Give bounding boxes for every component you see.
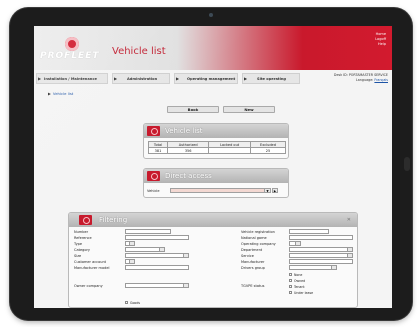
owner-company-label: Owner company [74, 284, 103, 288]
language-link[interactable]: Français [374, 78, 388, 82]
count-excluded[interactable]: 25 [249, 147, 287, 154]
nav-item-label: Operating management [187, 77, 236, 81]
status-owned-label: Owned [294, 279, 306, 283]
customer-account-label: Customer account [74, 260, 107, 264]
size-select[interactable] [125, 253, 189, 258]
vehicle-input[interactable] [170, 188, 267, 193]
panel-header: Filtering ✕ [69, 213, 357, 227]
type-label: Type [74, 242, 83, 246]
user-info: Desk ID: PORTAMASTER SERVICE Language: F… [334, 73, 388, 82]
vehicle-registration-label: Vehicle registration [241, 230, 275, 234]
nav-item-site-operating[interactable]: ▶ Site operating [242, 73, 300, 84]
table-row: 381 356 25 [147, 147, 287, 154]
nav-item-administration[interactable]: ▶ Administration [112, 73, 170, 84]
help-link[interactable]: Help [375, 42, 386, 47]
type-select[interactable] [125, 241, 135, 246]
app-header: PROFLEET Vehicle list Home Logoff Help [34, 26, 392, 70]
vehicle-registration-field[interactable] [289, 229, 329, 234]
customer-account-select[interactable] [125, 259, 135, 264]
department-select[interactable] [289, 247, 353, 252]
status-tenant-label: Tenant [294, 285, 305, 289]
status-tenant-checkbox[interactable] [289, 285, 292, 288]
camera-icon [209, 13, 213, 17]
operating-company-select[interactable] [289, 241, 301, 246]
vehicle-dropdown-icon[interactable]: ▼ [264, 188, 271, 193]
number-label: Number [74, 230, 89, 234]
home-button[interactable] [404, 157, 410, 171]
book-button[interactable]: Book [167, 106, 219, 113]
category-select[interactable] [125, 247, 165, 252]
header-links: Home Logoff Help [375, 32, 386, 47]
operating-company-label: Operating company [241, 242, 276, 246]
vehicle-label: Vehicle [147, 189, 160, 193]
department-label: Department [241, 248, 263, 252]
breadcrumb-link[interactable]: Vehicle list [53, 91, 73, 96]
direct-access-panel: Direct access Vehicle ▼ ▶ [143, 168, 289, 198]
panel-title: Direct access [165, 172, 212, 180]
breadcrumb: ▶ Vehicle list [48, 91, 73, 96]
nav-arrow-icon: ▶ [38, 76, 42, 81]
nav-arrow-icon: ▶ [244, 76, 248, 81]
nav-item-operating-management[interactable]: ▶ Operating management [174, 73, 238, 84]
panel-header: Vehicle list [144, 124, 288, 138]
manufacturer-label: Manufacturer [241, 260, 265, 264]
drivers-group-select[interactable] [289, 265, 337, 270]
status-owned-checkbox[interactable] [289, 279, 292, 282]
national-game-label: National game [241, 236, 267, 240]
national-game-field[interactable] [289, 235, 353, 240]
drivers-group-label: Drivers group [241, 266, 265, 270]
logo-text: PROFLEET [40, 51, 100, 61]
status-none-checkbox[interactable] [289, 273, 292, 276]
screen: PROFLEET Vehicle list Home Logoff Help ▶… [34, 26, 392, 308]
go-button[interactable]: ▶ [272, 188, 278, 193]
count-total[interactable]: 381 [147, 147, 169, 154]
reference-field[interactable] [125, 235, 189, 240]
status-under-lease-checkbox[interactable] [289, 291, 292, 294]
page-title: Vehicle list [112, 46, 166, 57]
filtering-icon [79, 215, 92, 225]
service-label: Service [241, 254, 254, 258]
number-field[interactable] [125, 229, 171, 234]
direct-access-icon [147, 171, 160, 181]
manufacturer-model-label: Manufacturer model [74, 266, 110, 270]
filtering-panel: Filtering ✕ Number Reference Type Catego… [68, 212, 358, 308]
owner-company-select[interactable] [125, 283, 189, 288]
breadcrumb-arrow-icon: ▶ [48, 91, 51, 96]
profleet-logo-icon [65, 37, 79, 51]
vehicle-count-table: Total Authorized Locked out Excluded 381… [147, 141, 287, 154]
panel-title: Vehicle list [165, 127, 203, 135]
nav-item-installation[interactable]: ▶ Installation / Maintenance [36, 73, 108, 84]
status-label: TGVPE status [241, 284, 265, 288]
nav-item-label: Administration [127, 77, 158, 81]
new-button[interactable]: New [223, 106, 275, 113]
manufacturer-field[interactable] [289, 259, 353, 264]
nav-arrow-icon: ▶ [176, 76, 180, 81]
goods-checkbox[interactable] [125, 301, 128, 304]
nav-item-label: Installation / Maintenance [44, 77, 97, 81]
status-none-label: None [294, 273, 303, 277]
service-select[interactable] [289, 253, 353, 258]
close-icon[interactable]: ✕ [347, 217, 351, 223]
vehicle-list-panel: Vehicle list Total Authorized Locked out… [143, 123, 289, 159]
category-label: Category [74, 248, 90, 252]
reference-label: Reference [74, 236, 92, 240]
tablet-device: PROFLEET Vehicle list Home Logoff Help ▶… [10, 8, 412, 320]
count-authorized[interactable]: 356 [167, 147, 210, 154]
nav-item-label: Site operating [257, 77, 286, 81]
panel-header: Direct access [144, 169, 288, 183]
count-locked-out[interactable] [208, 147, 251, 154]
panel-title: Filtering [99, 216, 128, 224]
vehicle-list-icon [147, 126, 160, 136]
status-under-lease-label: Under lease [294, 291, 314, 295]
language-row: Language: Français [334, 78, 388, 83]
language-label: Language: [355, 77, 374, 82]
nav-arrow-icon: ▶ [114, 76, 118, 81]
goods-checkbox-label: Goods [130, 301, 141, 305]
size-label: Size [74, 254, 82, 258]
manufacturer-model-field[interactable] [125, 265, 189, 270]
